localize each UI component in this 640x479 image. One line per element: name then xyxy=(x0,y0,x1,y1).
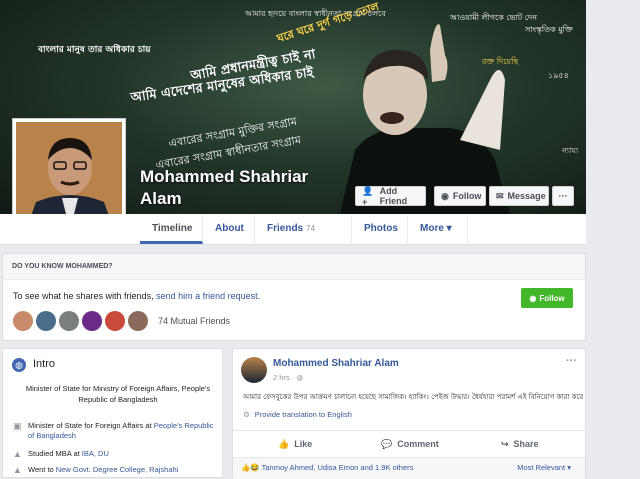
message-label: Message xyxy=(507,191,546,201)
mutual-friend-avatar[interactable] xyxy=(36,311,56,331)
mutual-friend-avatar[interactable] xyxy=(105,311,125,331)
cover-slogan: ন্যায্য xyxy=(562,146,579,155)
tab-about[interactable]: About xyxy=(203,214,255,244)
profile-tab-bar: Timeline About Friends74 Mutual Photos M… xyxy=(0,214,586,263)
intro-card: ◍ Intro Minister of State for Ministry o… xyxy=(2,348,223,478)
intro-work: ▣ Minister of State for Foreign Affairs … xyxy=(13,421,214,440)
like-button[interactable]: 👍 Like xyxy=(278,431,312,457)
comment-button[interactable]: 💬 Comment xyxy=(381,431,439,457)
comment-icon: 💬 xyxy=(381,439,393,449)
timeline-post: Mohammed Shahriar Alam 2 hrs · ◍ ··· আমা… xyxy=(232,348,586,479)
post-author-avatar[interactable] xyxy=(241,357,267,383)
graduation-cap-icon: ▲ xyxy=(13,465,22,475)
add-friend-label: Add Friend xyxy=(379,186,408,206)
globe-icon: ◍ xyxy=(12,358,26,372)
friend-request-link[interactable]: send him a friend request xyxy=(156,291,258,301)
mutual-friend-avatar[interactable] xyxy=(128,311,148,331)
messenger-icon: ✉ xyxy=(496,190,504,201)
post-options-icon[interactable]: ··· xyxy=(566,355,577,367)
add-friend-button[interactable]: 👤+ Add Friend xyxy=(355,185,426,207)
mutual-friend-avatar[interactable] xyxy=(59,311,79,331)
thumbs-up-icon: 👍 xyxy=(278,439,290,449)
intro-education: ▲ Studied MBA at IBA, DU xyxy=(13,449,109,459)
translate-link[interactable]: ⚙ Provide translation to English xyxy=(243,410,352,419)
follow-button-secondary[interactable]: ◉ Follow xyxy=(521,288,573,308)
tab-more[interactable]: More ▾ xyxy=(408,214,468,244)
more-options-button[interactable]: ··· xyxy=(552,186,574,206)
portrait-figure-illustration xyxy=(340,24,510,214)
avatar-portrait xyxy=(16,122,122,228)
share-button[interactable]: ↪ Share xyxy=(501,431,539,457)
post-action-bar: 👍 Like 💬 Comment ↪ Share xyxy=(233,430,585,457)
cover-slogan: সাংস্কৃতিক মুক্তি xyxy=(525,25,573,34)
cover-slogan: ১৯৫৪ xyxy=(548,71,569,80)
post-body: আমার ফেসবুকের উপর আক্রমণ চালানো হয়েছে স… xyxy=(243,393,583,401)
post-timestamp[interactable]: 2 hrs · ◍ xyxy=(273,373,303,382)
post-author-name[interactable]: Mohammed Shahriar Alam xyxy=(273,358,399,369)
rss-icon: ◉ xyxy=(441,190,449,201)
mutual-friend-avatar[interactable] xyxy=(13,311,33,331)
post-reactions[interactable]: 👍😂 Tanmoy Ahmed, Udisa Emon and 1.9K oth… xyxy=(233,457,585,479)
know-text: To see what he shares with friends, send… xyxy=(13,291,261,301)
follow-button[interactable]: ◉ Follow xyxy=(434,186,486,206)
school-link[interactable]: New Govt. Degree College, Rajshahi xyxy=(56,465,179,474)
rss-icon: ◉ xyxy=(529,293,537,303)
intro-title: Intro xyxy=(33,358,56,370)
mutual-friends-count[interactable]: 74 Mutual Friends xyxy=(158,316,230,326)
intro-education: ▲ Went to New Govt. Degree College, Rajs… xyxy=(13,465,179,475)
know-header: DO YOU KNOW MOHAMMED? xyxy=(3,254,585,280)
tab-photos[interactable]: Photos xyxy=(352,214,408,244)
more-dots-icon: ··· xyxy=(558,191,568,201)
briefcase-icon: ▣ xyxy=(13,421,22,431)
tab-timeline[interactable]: Timeline xyxy=(140,214,203,244)
mutual-friend-avatar[interactable] xyxy=(82,311,102,331)
message-button[interactable]: ✉ Message xyxy=(489,186,549,206)
do-you-know-card: DO YOU KNOW MOHAMMED? To see what he sha… xyxy=(2,253,586,341)
cover-slogan: বাংলার মানুষ তার অধিকার চায় xyxy=(38,45,151,55)
globe-icon: ◍ xyxy=(296,373,303,382)
share-icon: ↪ xyxy=(501,439,509,449)
profile-name[interactable]: Mohammed Shahriar Alam xyxy=(140,166,320,210)
intro-bio: Minister of State for Ministry of Foreig… xyxy=(25,384,211,404)
tab-friends[interactable]: Friends74 Mutual xyxy=(255,214,352,263)
graduation-cap-icon: ▲ xyxy=(13,449,22,459)
follow-label: Follow xyxy=(452,191,482,201)
school-link[interactable]: IBA, DU xyxy=(82,449,109,458)
add-friend-icon: 👤+ xyxy=(362,185,374,207)
settings-gear-icon: ⚙ xyxy=(243,410,250,419)
